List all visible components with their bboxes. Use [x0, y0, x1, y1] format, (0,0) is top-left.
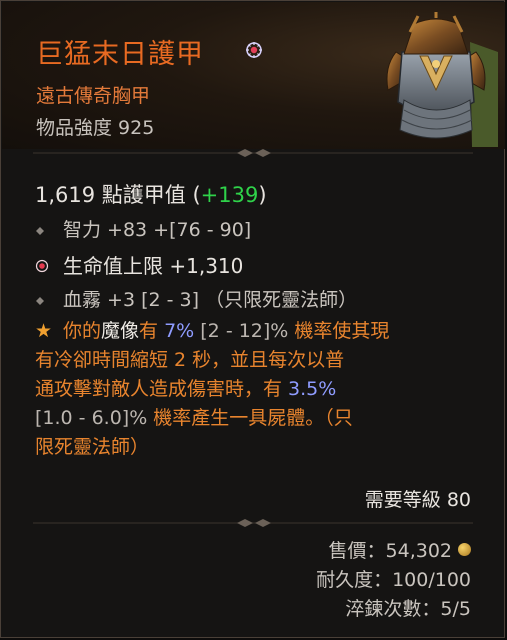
tooltip-header: 巨猛末日護甲 遠古傳奇胸甲 物品強度 925: [2, 2, 505, 149]
required-level: 需要等級 80: [364, 489, 471, 511]
temper-count: 淬鍊次數：5/5: [345, 598, 471, 620]
gold-coin-icon: [458, 543, 471, 556]
item-name: 巨猛末日護甲: [36, 39, 204, 70]
affix-blood-mist: 血霧 +3 [2 - 3] （只限死靈法師）: [35, 285, 357, 312]
armor-bonus: +139: [200, 183, 259, 207]
header-divider: [33, 149, 473, 157]
sell-price: 售價：54,302: [329, 536, 471, 563]
item-tooltip: 巨猛末日護甲 遠古傳奇胸甲 物品強度 925 1,619 點護甲值 (+139)…: [0, 0, 505, 638]
chest-armor-icon: [386, 12, 498, 147]
armor-value: 1,619 點護甲值 (+139): [35, 183, 267, 207]
legendary-power: ★ 你的魔像有 7% [2 - 12]% 機率使其現 有冷卻時間縮短 2 秒，並且…: [35, 317, 389, 462]
item-type: 遠古傳奇胸甲: [36, 85, 151, 107]
durability: 耐久度：100/100: [316, 569, 471, 591]
life-gem-icon: [35, 254, 63, 278]
socket-gem-icon: [246, 42, 262, 58]
diamond-bullet-icon: [35, 219, 63, 241]
affix-max-life: 生命值上限 +1,310: [35, 250, 243, 279]
affix-intelligence: 智力 +83 +[76 - 90]: [35, 215, 251, 242]
legendary-star-icon: ★: [35, 320, 53, 342]
item-power: 物品強度 925: [36, 117, 155, 139]
footer-divider: [33, 519, 473, 527]
diamond-bullet-icon: [35, 289, 63, 311]
